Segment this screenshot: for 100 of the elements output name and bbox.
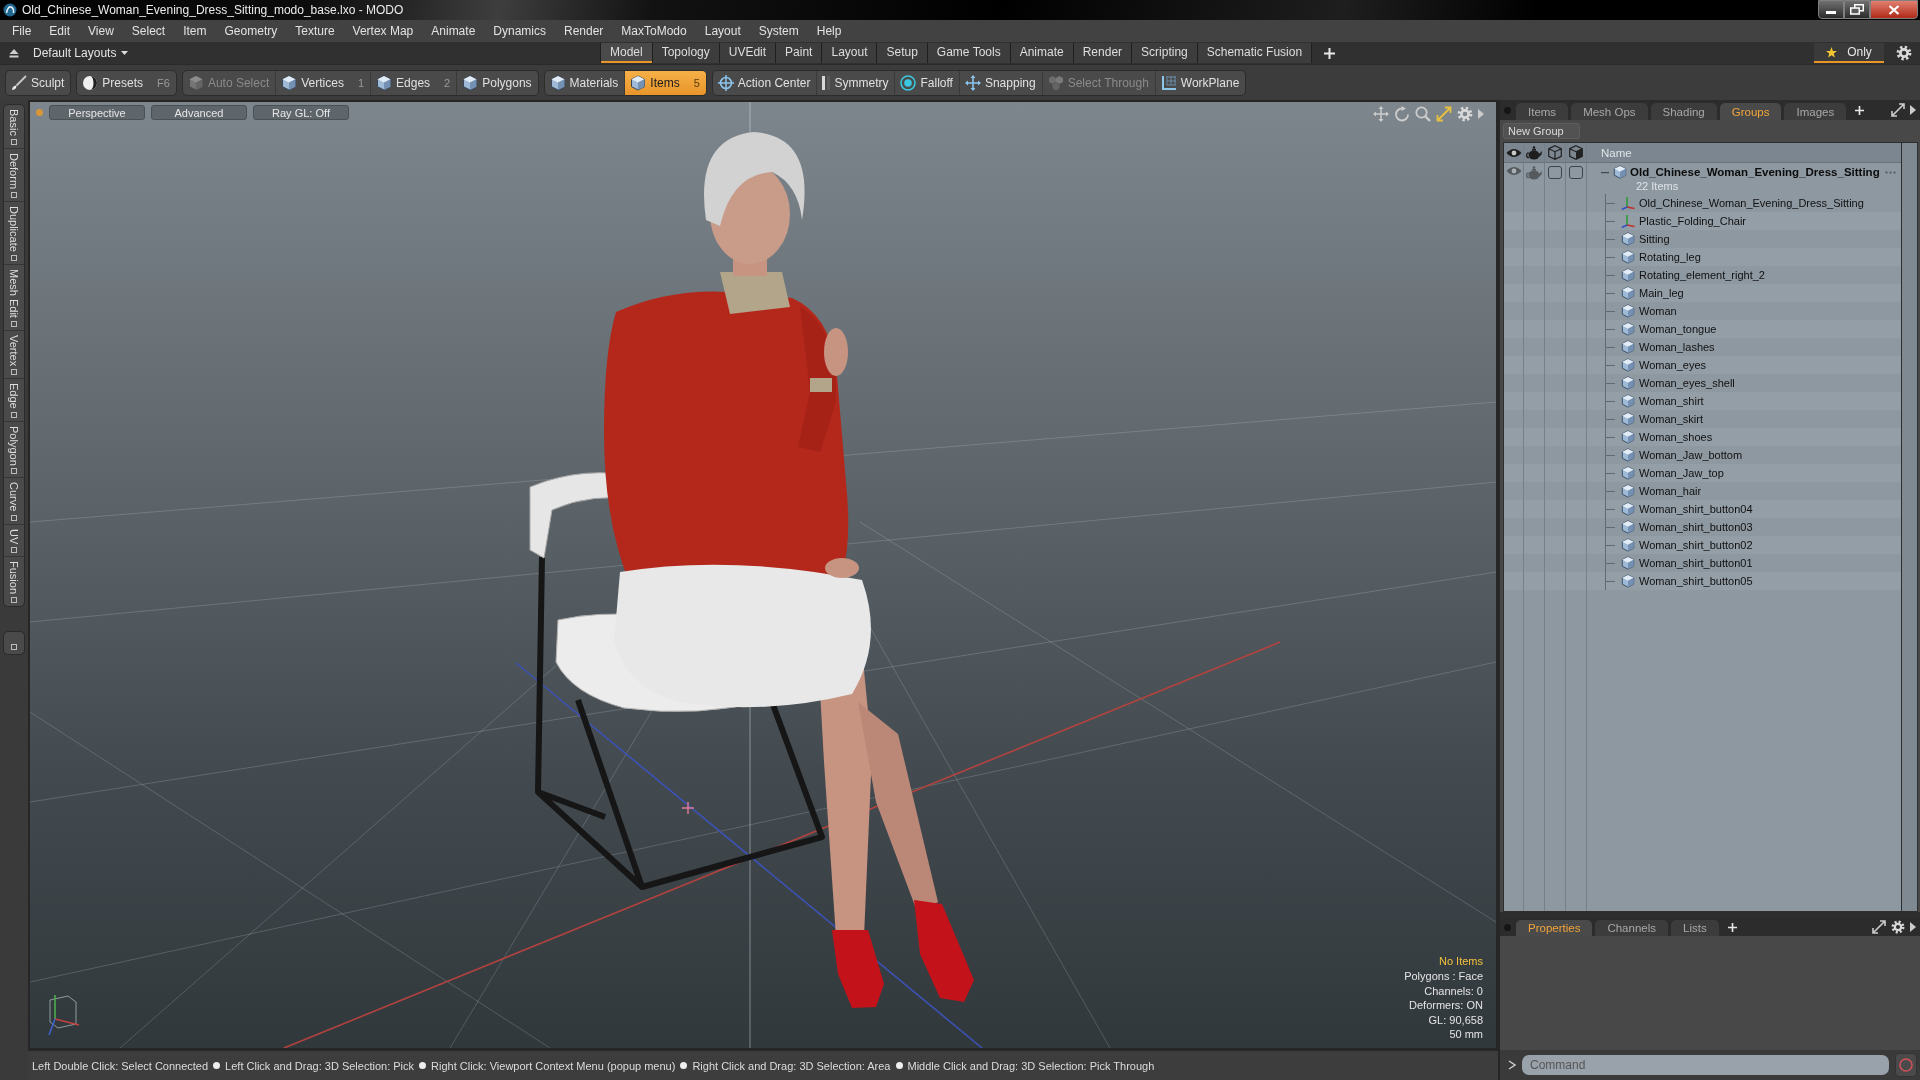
add-icon[interactable] (1727, 922, 1737, 932)
menu-item[interactable]: Render (555, 24, 613, 38)
menu-item[interactable]: File (3, 24, 41, 38)
new-group-button[interactable]: New Group (1503, 123, 1580, 139)
tree-item-label[interactable]: Old_Chinese_Woman_Evening_Dress_Sitting (1630, 166, 1880, 178)
menu-item[interactable]: Vertex Map (343, 24, 423, 38)
expand-icon[interactable] (1872, 920, 1886, 934)
layout-tab[interactable]: Setup (877, 43, 927, 63)
panel-tab[interactable]: Lists (1671, 920, 1719, 936)
side-tab[interactable]: Vertex (4, 330, 24, 379)
tree-item-label[interactable]: Woman_shirt_button05 (1639, 575, 1753, 587)
side-tab[interactable]: Duplicate (4, 201, 24, 265)
menu-item[interactable]: MaxToModo (612, 24, 696, 38)
side-tab[interactable]: Basic (4, 105, 24, 149)
panel-tab[interactable]: Mesh Ops (1571, 103, 1648, 120)
add-icon[interactable] (1324, 47, 1336, 59)
menu-item[interactable]: Item (174, 24, 216, 38)
layout-tab[interactable]: Paint (776, 43, 822, 63)
tree-item-label[interactable]: Woman_shirt_button01 (1639, 557, 1753, 569)
tree-item-label[interactable]: Woman_hair (1639, 485, 1702, 497)
add-icon[interactable] (1855, 105, 1865, 115)
tree-item-label[interactable]: Sitting (1639, 233, 1670, 245)
panel-tab[interactable]: Groups (1719, 103, 1782, 120)
side-button[interactable] (3, 631, 25, 656)
tree-item-label[interactable]: Woman_shirt_button02 (1639, 539, 1753, 551)
side-tab[interactable]: Deform (4, 148, 24, 202)
toggle-box[interactable] (1569, 166, 1583, 179)
tree-item-label[interactable]: Rotating_element_right_2 (1639, 269, 1765, 281)
settings-icon[interactable] (1896, 45, 1912, 61)
minus-icon[interactable] (1601, 170, 1609, 174)
layout-tab[interactable]: Model (601, 43, 652, 63)
expand-icon[interactable] (1891, 103, 1905, 117)
side-tab[interactable]: UV (4, 524, 24, 558)
rotate-icon[interactable] (1394, 106, 1410, 122)
panel-tab[interactable]: Properties (1516, 920, 1593, 936)
teapot-icon[interactable] (1526, 166, 1542, 180)
viewport-button[interactable]: Ray GL: Off (253, 105, 349, 120)
tree-item-label[interactable]: Woman_shirt (1639, 395, 1704, 407)
tree-item-label[interactable]: Rotating_leg (1639, 251, 1701, 263)
minimize-button[interactable] (1818, 0, 1844, 19)
panel-tab[interactable]: Channels (1595, 920, 1668, 936)
tree-item-label[interactable]: Woman_Jaw_top (1639, 467, 1724, 479)
magnifier-icon[interactable] (1415, 106, 1431, 122)
toolbar-button[interactable]: Symmetry (817, 70, 896, 95)
side-tab[interactable]: Fusion (4, 557, 24, 607)
viewport[interactable]: Perspective Advanced Ray GL: Off No Items Polygons : Face Channels: 0 Deformers: ON GL: 90,658 50 mm (28, 100, 1498, 1050)
layout-tab[interactable]: Game Tools (927, 43, 1010, 63)
tree-item-label[interactable]: Woman_shoes (1639, 431, 1713, 443)
panel-tab[interactable]: Items (1516, 103, 1569, 120)
side-tab[interactable]: Edge (4, 378, 24, 422)
layout-dropdown[interactable]: Default Layouts (33, 46, 129, 60)
tree-item-label[interactable]: Woman_lashes (1639, 341, 1715, 353)
toolbar-button[interactable]: Edges 2 (371, 70, 458, 95)
side-tab[interactable]: Mesh Edit (4, 264, 24, 331)
toolbar-button[interactable]: WorkPlane (1155, 70, 1246, 95)
layout-tab[interactable]: Layout (822, 43, 877, 63)
layout-tab[interactable]: Topology (652, 43, 719, 63)
toolbar-button[interactable]: Presets F6 (77, 70, 176, 95)
tree-item-label[interactable]: Plastic_Folding_Chair (1639, 215, 1746, 227)
menu-item[interactable]: Animate (422, 24, 485, 38)
command-field[interactable]: Command (1522, 1055, 1889, 1075)
more-icon[interactable] (1885, 170, 1896, 174)
side-tab[interactable]: Polygon (4, 421, 24, 479)
menu-item[interactable]: Edit (40, 24, 80, 38)
tree-item-label[interactable]: Main_leg (1639, 287, 1684, 299)
toolbar-button[interactable]: Falloff (895, 70, 960, 95)
toolbar-button[interactable]: Sculpt (6, 70, 71, 95)
viewport-button[interactable]: Perspective (49, 105, 145, 120)
tree-item-label[interactable]: Old_Chinese_Woman_Evening_Dress_Sitting (1639, 197, 1864, 209)
panel-tab[interactable]: Shading (1650, 103, 1717, 120)
side-tab[interactable]: Curve (4, 478, 24, 525)
menu-item[interactable]: Help (807, 24, 851, 38)
menu-item[interactable]: View (79, 24, 123, 38)
menu-item[interactable]: Layout (695, 24, 750, 38)
tree-item-label[interactable]: Woman_eyes_shell (1639, 377, 1735, 389)
layout-tab[interactable]: Render (1073, 43, 1132, 63)
menu-item[interactable]: Dynamics (484, 24, 555, 38)
tree-item-label[interactable]: Woman_shirt_button03 (1639, 521, 1753, 533)
toolbar-button[interactable]: Polygons (457, 70, 538, 95)
dot-icon[interactable] (36, 109, 43, 116)
eject-icon[interactable] (9, 48, 19, 58)
move-icon[interactable] (1373, 106, 1389, 122)
tree-item-label[interactable]: Woman_tongue (1639, 323, 1717, 335)
menu-item[interactable]: Select (122, 24, 175, 38)
layout-tab[interactable]: UVEdit (719, 43, 776, 63)
maximize-button[interactable] (1844, 0, 1870, 19)
layout-tab[interactable]: Schematic Fusion (1197, 43, 1312, 63)
settings-icon[interactable] (1891, 920, 1905, 934)
toolbar-button[interactable]: Vertices 1 (276, 70, 372, 95)
viewport-button[interactable]: Advanced (151, 105, 247, 120)
eye-icon[interactable] (1505, 166, 1522, 176)
scrollbar[interactable] (1902, 142, 1918, 912)
toolbar-button[interactable]: Items 5 (625, 70, 706, 95)
tree-item-label[interactable]: Woman_shirt_button04 (1639, 503, 1753, 515)
close-button[interactable] (1870, 0, 1918, 19)
menu-item[interactable]: Geometry (215, 24, 287, 38)
diagonal-arrows-icon[interactable] (1436, 106, 1452, 122)
arrow-right-icon[interactable] (1910, 922, 1916, 932)
toolbar-button[interactable]: Snapping (959, 70, 1043, 95)
panel-tab[interactable]: Images (1784, 103, 1847, 120)
